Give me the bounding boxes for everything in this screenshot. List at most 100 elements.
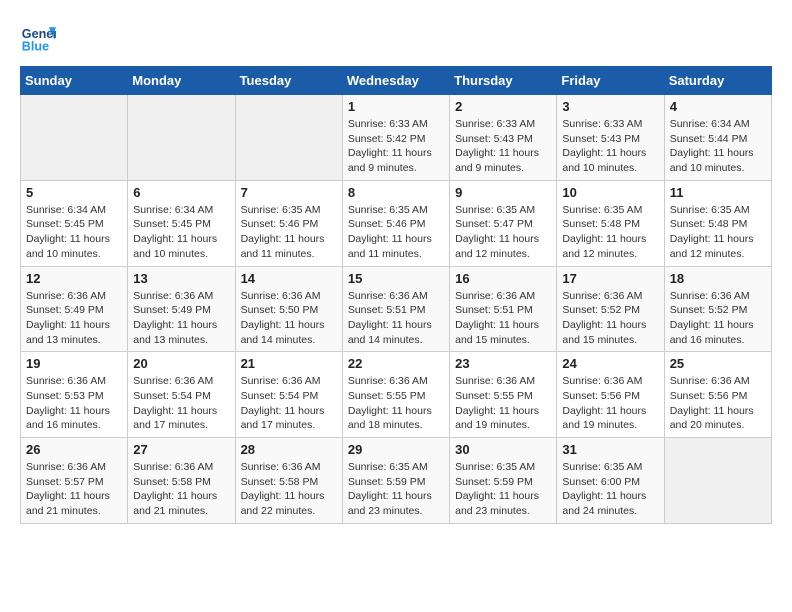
day-number: 14 (241, 271, 337, 286)
calendar-cell: 2 Sunrise: 6:33 AM Sunset: 5:43 PM Daylig… (450, 95, 557, 181)
weekday-header-sunday: Sunday (21, 67, 128, 95)
calendar-cell: 17 Sunrise: 6:36 AM Sunset: 5:52 PM Dayli… (557, 266, 664, 352)
day-number: 15 (348, 271, 444, 286)
svg-text:Blue: Blue (22, 40, 49, 54)
day-info: Sunrise: 6:34 AM Sunset: 5:45 PM Dayligh… (26, 203, 122, 262)
day-info: Sunrise: 6:36 AM Sunset: 5:54 PM Dayligh… (133, 374, 229, 433)
calendar-cell (235, 95, 342, 181)
weekday-header-friday: Friday (557, 67, 664, 95)
day-info: Sunrise: 6:36 AM Sunset: 5:49 PM Dayligh… (26, 289, 122, 348)
day-number: 19 (26, 356, 122, 371)
day-number: 23 (455, 356, 551, 371)
logo-icon: General Blue (20, 20, 56, 56)
day-number: 7 (241, 185, 337, 200)
day-number: 4 (670, 99, 766, 114)
day-number: 2 (455, 99, 551, 114)
day-info: Sunrise: 6:36 AM Sunset: 5:55 PM Dayligh… (348, 374, 444, 433)
day-number: 11 (670, 185, 766, 200)
day-number: 21 (241, 356, 337, 371)
weekday-header-saturday: Saturday (664, 67, 771, 95)
day-number: 1 (348, 99, 444, 114)
calendar-cell: 5Sunrise: 6:34 AM Sunset: 5:45 PM Daylig… (21, 180, 128, 266)
calendar-cell: 30 Sunrise: 6:35 AM Sunset: 5:59 PM Dayli… (450, 438, 557, 524)
day-number: 22 (348, 356, 444, 371)
day-info: Sunrise: 6:36 AM Sunset: 5:51 PM Dayligh… (455, 289, 551, 348)
calendar-cell: 24 Sunrise: 6:36 AM Sunset: 5:56 PM Dayli… (557, 352, 664, 438)
day-info: Sunrise: 6:35 AM Sunset: 5:46 PM Dayligh… (348, 203, 444, 262)
day-number: 12 (26, 271, 122, 286)
calendar-cell: 19 Sunrise: 6:36 AM Sunset: 5:53 PM Dayli… (21, 352, 128, 438)
day-info: Sunrise: 6:36 AM Sunset: 5:51 PM Dayligh… (348, 289, 444, 348)
logo: General Blue (20, 20, 60, 56)
day-number: 18 (670, 271, 766, 286)
day-info: Sunrise: 6:36 AM Sunset: 5:58 PM Dayligh… (133, 460, 229, 519)
day-info: Sunrise: 6:33 AM Sunset: 5:43 PM Dayligh… (562, 117, 658, 176)
calendar-cell: 14Sunrise: 6:36 AM Sunset: 5:50 PM Dayli… (235, 266, 342, 352)
calendar-cell: 10 Sunrise: 6:35 AM Sunset: 5:48 PM Dayli… (557, 180, 664, 266)
calendar-cell: 16 Sunrise: 6:36 AM Sunset: 5:51 PM Dayli… (450, 266, 557, 352)
day-number: 28 (241, 442, 337, 457)
day-number: 13 (133, 271, 229, 286)
day-info: Sunrise: 6:36 AM Sunset: 5:58 PM Dayligh… (241, 460, 337, 519)
calendar-cell: 15 Sunrise: 6:36 AM Sunset: 5:51 PM Dayli… (342, 266, 449, 352)
page-header: General Blue (20, 20, 772, 56)
calendar-cell: 12 Sunrise: 6:36 AM Sunset: 5:49 PM Dayli… (21, 266, 128, 352)
day-number: 20 (133, 356, 229, 371)
calendar-cell: 13 Sunrise: 6:36 AM Sunset: 5:49 PM Dayli… (128, 266, 235, 352)
calendar-cell: 9Sunrise: 6:35 AM Sunset: 5:47 PM Daylig… (450, 180, 557, 266)
day-info: Sunrise: 6:34 AM Sunset: 5:45 PM Dayligh… (133, 203, 229, 262)
calendar-cell: 11Sunrise: 6:35 AM Sunset: 5:48 PM Dayli… (664, 180, 771, 266)
calendar-cell: 27 Sunrise: 6:36 AM Sunset: 5:58 PM Dayli… (128, 438, 235, 524)
calendar-cell: 21 Sunrise: 6:36 AM Sunset: 5:54 PM Dayli… (235, 352, 342, 438)
weekday-header-wednesday: Wednesday (342, 67, 449, 95)
day-info: Sunrise: 6:36 AM Sunset: 5:49 PM Dayligh… (133, 289, 229, 348)
calendar-cell (664, 438, 771, 524)
day-number: 30 (455, 442, 551, 457)
calendar-cell: 8Sunrise: 6:35 AM Sunset: 5:46 PM Daylig… (342, 180, 449, 266)
calendar-cell: 7 Sunrise: 6:35 AM Sunset: 5:46 PM Daylig… (235, 180, 342, 266)
calendar-cell (21, 95, 128, 181)
day-number: 24 (562, 356, 658, 371)
day-info: Sunrise: 6:36 AM Sunset: 5:56 PM Dayligh… (562, 374, 658, 433)
calendar-cell: 31Sunrise: 6:35 AM Sunset: 6:00 PM Dayli… (557, 438, 664, 524)
calendar-cell: 18 Sunrise: 6:36 AM Sunset: 5:52 PM Dayli… (664, 266, 771, 352)
day-number: 10 (562, 185, 658, 200)
day-info: Sunrise: 6:35 AM Sunset: 5:59 PM Dayligh… (455, 460, 551, 519)
day-info: Sunrise: 6:35 AM Sunset: 5:46 PM Dayligh… (241, 203, 337, 262)
day-number: 25 (670, 356, 766, 371)
day-info: Sunrise: 6:36 AM Sunset: 5:56 PM Dayligh… (670, 374, 766, 433)
day-number: 29 (348, 442, 444, 457)
calendar-cell (128, 95, 235, 181)
calendar-cell: 1 Sunrise: 6:33 AM Sunset: 5:42 PM Daylig… (342, 95, 449, 181)
day-number: 16 (455, 271, 551, 286)
day-info: Sunrise: 6:33 AM Sunset: 5:43 PM Dayligh… (455, 117, 551, 176)
calendar-cell: 3 Sunrise: 6:33 AM Sunset: 5:43 PM Daylig… (557, 95, 664, 181)
day-info: Sunrise: 6:36 AM Sunset: 5:57 PM Dayligh… (26, 460, 122, 519)
day-info: Sunrise: 6:36 AM Sunset: 5:54 PM Dayligh… (241, 374, 337, 433)
day-number: 9 (455, 185, 551, 200)
day-info: Sunrise: 6:36 AM Sunset: 5:52 PM Dayligh… (670, 289, 766, 348)
day-number: 3 (562, 99, 658, 114)
calendar-cell: 20 Sunrise: 6:36 AM Sunset: 5:54 PM Dayli… (128, 352, 235, 438)
day-info: Sunrise: 6:35 AM Sunset: 5:48 PM Dayligh… (562, 203, 658, 262)
calendar-cell: 26 Sunrise: 6:36 AM Sunset: 5:57 PM Dayli… (21, 438, 128, 524)
calendar-cell: 4Sunrise: 6:34 AM Sunset: 5:44 PM Daylig… (664, 95, 771, 181)
day-info: Sunrise: 6:35 AM Sunset: 5:59 PM Dayligh… (348, 460, 444, 519)
day-info: Sunrise: 6:33 AM Sunset: 5:42 PM Dayligh… (348, 117, 444, 176)
day-number: 17 (562, 271, 658, 286)
calendar-cell: 22 Sunrise: 6:36 AM Sunset: 5:55 PM Dayli… (342, 352, 449, 438)
day-info: Sunrise: 6:36 AM Sunset: 5:53 PM Dayligh… (26, 374, 122, 433)
weekday-header-tuesday: Tuesday (235, 67, 342, 95)
day-info: Sunrise: 6:36 AM Sunset: 5:52 PM Dayligh… (562, 289, 658, 348)
calendar-table: SundayMondayTuesdayWednesdayThursdayFrid… (20, 66, 772, 524)
day-number: 26 (26, 442, 122, 457)
day-number: 6 (133, 185, 229, 200)
calendar-cell: 28 Sunrise: 6:36 AM Sunset: 5:58 PM Dayli… (235, 438, 342, 524)
calendar-cell: 25 Sunrise: 6:36 AM Sunset: 5:56 PM Dayli… (664, 352, 771, 438)
weekday-header-thursday: Thursday (450, 67, 557, 95)
calendar-cell: 23Sunrise: 6:36 AM Sunset: 5:55 PM Dayli… (450, 352, 557, 438)
day-number: 27 (133, 442, 229, 457)
calendar-cell: 29 Sunrise: 6:35 AM Sunset: 5:59 PM Dayli… (342, 438, 449, 524)
day-number: 31 (562, 442, 658, 457)
weekday-header-monday: Monday (128, 67, 235, 95)
